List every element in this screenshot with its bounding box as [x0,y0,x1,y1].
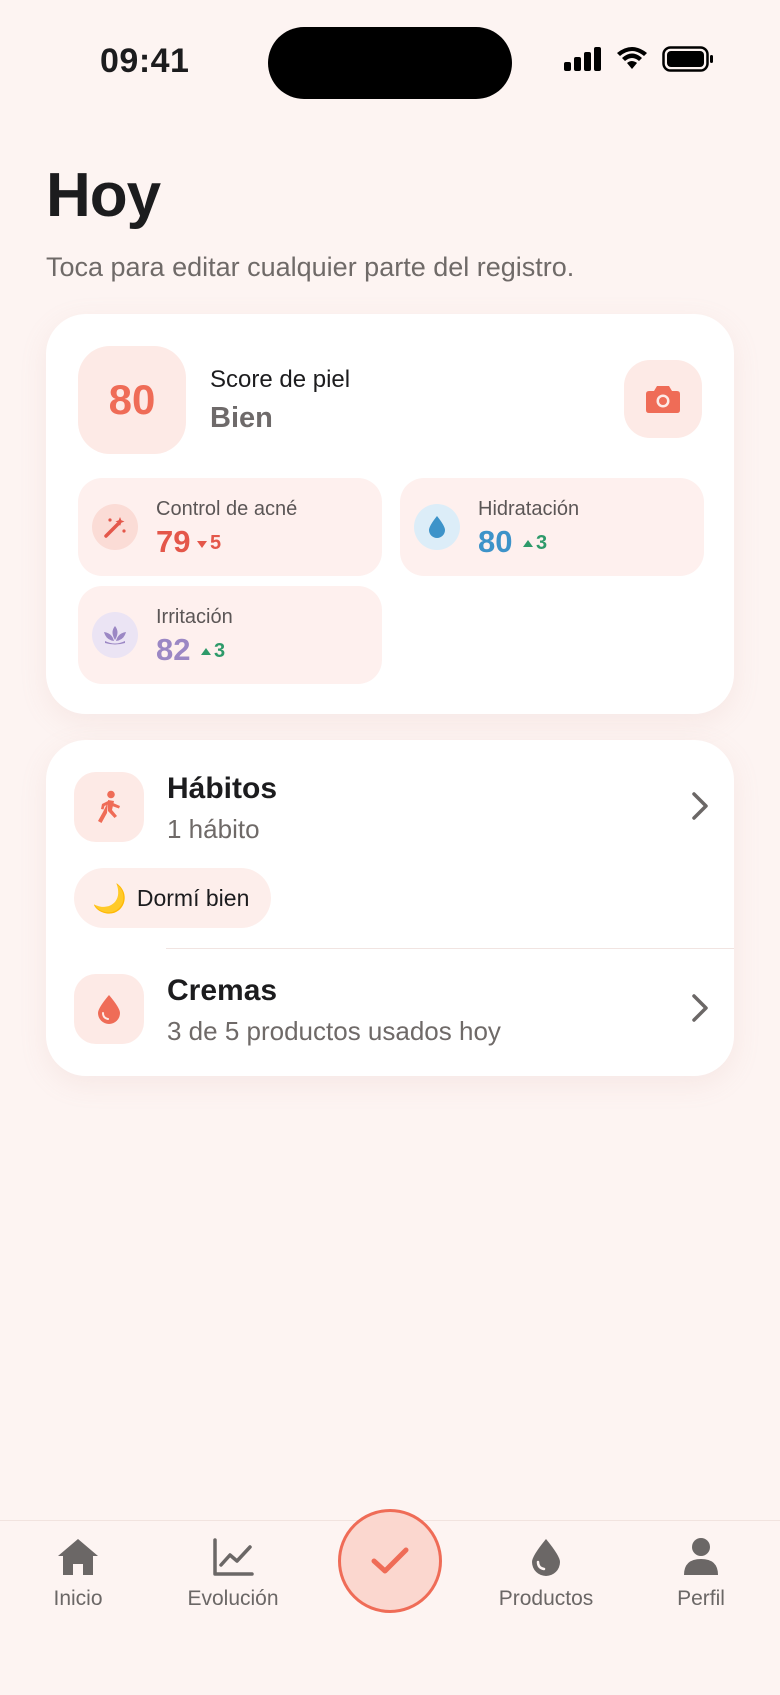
drop-icon [532,1539,560,1576]
home-icon [58,1539,98,1575]
score-label: Score de piel [210,366,351,393]
habits-title: Hábitos [167,772,278,805]
metric-value: 79 [156,524,191,559]
lotus-icon [92,612,138,658]
metric-label: Control de acné [156,498,298,520]
metric-hydration[interactable]: Hidratación 80 3 [400,478,704,576]
tab-label: Productos [498,1587,594,1610]
chevron-right-icon [692,994,708,1022]
divider [166,948,734,949]
habits-subtitle: 1 hábito [167,814,260,844]
caret-up-icon [523,539,533,547]
creams-subtitle: 3 de 5 productos usados hoy [167,1016,501,1046]
signal-icon [564,47,601,71]
page-subtitle: Toca para editar cualquier parte del reg… [46,252,575,282]
metric-label: Irritación [156,606,233,628]
metric-delta-value: 3 [536,532,548,554]
tab-label: Evolución [187,1587,279,1610]
check-in-button[interactable] [338,1509,442,1613]
status-time: 09:41 [100,42,190,80]
metric-delta-value: 5 [210,532,222,554]
camera-button[interactable] [624,360,702,438]
skin-score-card[interactable]: 80 Score de piel Bien Control de acné 79… [46,314,734,714]
metric-value: 82 [156,632,191,667]
check-icon [371,1547,409,1574]
score-badge: 80 [78,346,186,454]
caret-down-icon [197,540,207,548]
tab-label: Perfil [677,1587,725,1610]
tab-inicio[interactable]: Inicio [8,1537,148,1611]
drop-icon [74,974,144,1044]
tab-bar: Inicio Evolución Productos Perfil [0,1509,780,1695]
metric-acne-control[interactable]: Control de acné 79 5 [78,478,382,576]
person-icon [684,1538,718,1575]
caret-up-icon [201,647,211,655]
status-icons [564,46,714,72]
tab-perfil[interactable]: Perfil [631,1537,771,1611]
magic-wand-icon [92,504,138,550]
metric-delta: 3 [522,532,547,555]
wifi-icon [617,47,647,69]
chart-icon [213,1538,254,1576]
moon-icon: 🌙 [92,881,127,915]
page-title: Hoy [46,161,161,230]
metric-irritation[interactable]: Irritación 82 3 [78,586,382,684]
metric-delta: 5 [196,532,221,555]
battery-icon [662,46,713,72]
metric-delta-value: 3 [214,640,226,662]
camera-icon [646,386,680,413]
metric-value: 80 [478,524,513,559]
walking-icon [74,772,144,842]
tab-productos[interactable]: Productos [476,1537,616,1611]
daily-log-card: Hábitos 1 hábito 🌙 Dormí bien Cremas 3 d… [46,740,734,1076]
metric-delta: 3 [200,640,225,663]
score-status: Bien [210,402,273,434]
water-drop-icon [414,504,460,550]
habit-chip-label: Dormí bien [136,884,250,911]
creams-title: Cremas [167,974,278,1007]
metric-label: Hidratación [478,498,580,520]
tab-label: Inicio [53,1587,103,1610]
habit-chip-slept-well[interactable]: 🌙 Dormí bien [74,868,272,928]
tab-evolucion[interactable]: Evolución [163,1537,303,1611]
dynamic-island [268,27,512,99]
status-bar: 09:41 [0,0,780,120]
chevron-right-icon [692,792,708,820]
